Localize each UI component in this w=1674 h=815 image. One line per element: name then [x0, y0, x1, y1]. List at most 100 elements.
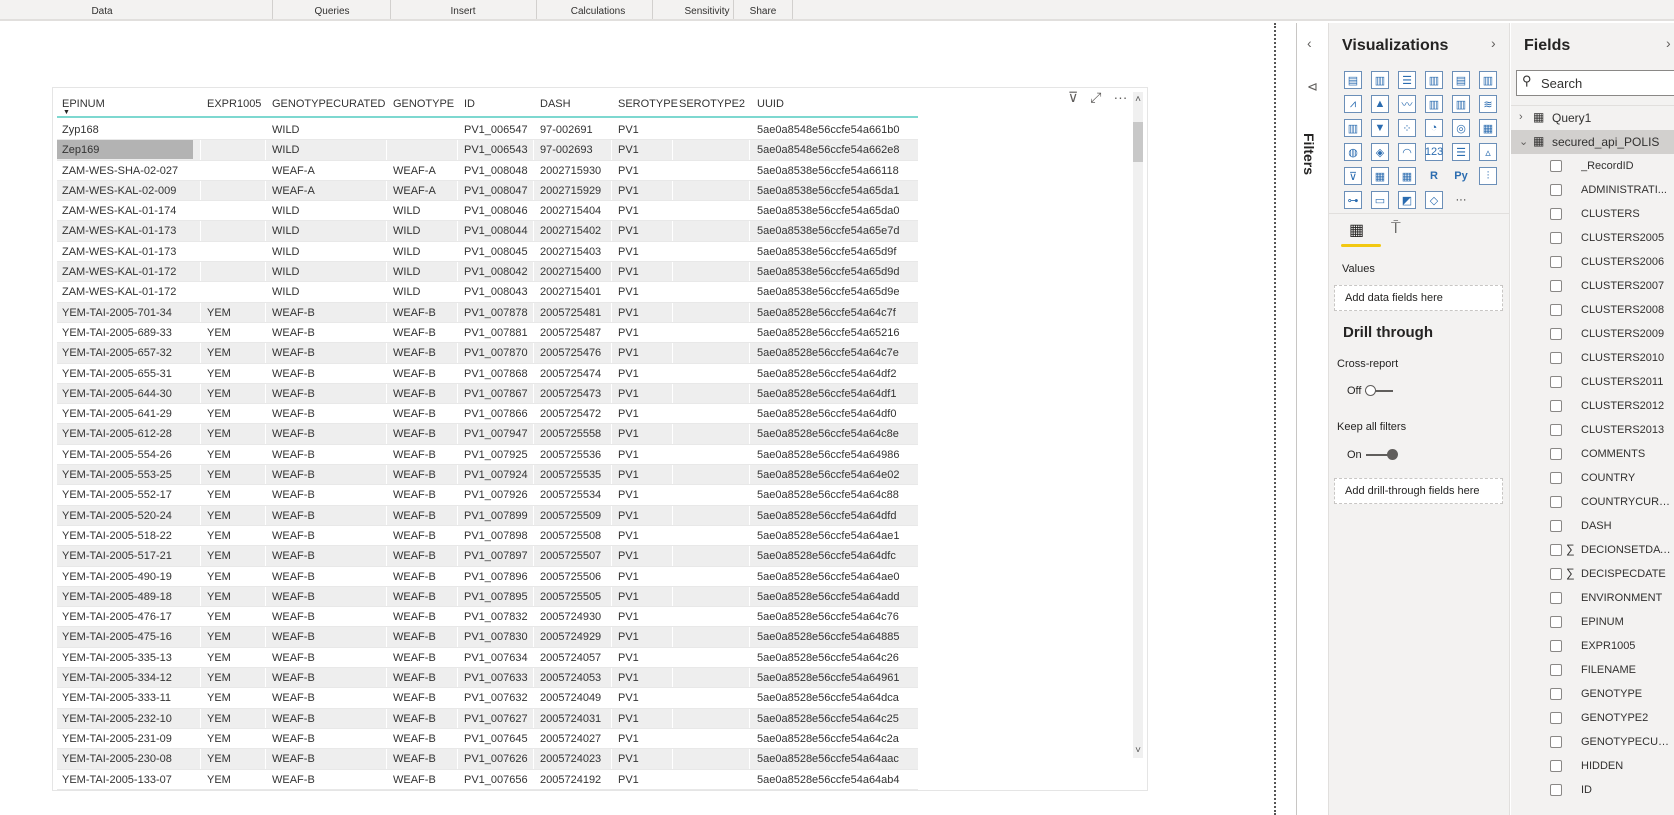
cell-id[interactable]: PV1_006543	[464, 144, 531, 156]
cell-id[interactable]: PV1_007870	[464, 347, 531, 359]
cell-genotype[interactable]: WEAF-B	[393, 469, 455, 481]
scrollbar-thumb[interactable]	[1133, 122, 1143, 162]
cell-genotypecurated[interactable]: WEAF-B	[272, 307, 384, 319]
field-checkbox[interactable]	[1550, 616, 1562, 628]
cell-dash[interactable]: 97-002693	[540, 144, 609, 156]
waterfall-icon[interactable]: ▥	[1344, 119, 1362, 137]
cell-serotype[interactable]: PV1	[618, 713, 670, 725]
line-stacked-column-icon[interactable]: ▥	[1425, 95, 1443, 113]
field-item[interactable]: CLUSTERS2012	[1511, 394, 1674, 418]
field-item[interactable]: EXPR1005	[1511, 634, 1674, 658]
cell-uuid[interactable]: 5ae0a8528e56ccfe54a64c26	[757, 652, 916, 664]
cell-dash[interactable]: 2005725505	[540, 591, 609, 603]
field-checkbox[interactable]	[1550, 472, 1562, 484]
cell-serotype[interactable]: PV1	[618, 530, 670, 542]
cell-dash[interactable]: 2002715929	[540, 185, 609, 197]
cell-epinum[interactable]: YEM-TAI-2005-476-17	[62, 611, 198, 623]
cell-uuid[interactable]: 5ae0a8548e56ccfe54a661b0	[757, 124, 916, 136]
format-paint-roller-icon[interactable]: ⍑	[1391, 220, 1401, 238]
cell-expr1005[interactable]: YEM	[207, 530, 263, 542]
field-checkbox[interactable]	[1550, 520, 1562, 532]
cell-expr1005[interactable]: YEM	[207, 408, 263, 420]
table-row[interactable]: YEM-TAI-2005-552-17 YEM WEAF-B WEAF-B PV1_00…	[57, 485, 919, 506]
cell-serotype[interactable]: PV1	[618, 307, 670, 319]
field-item[interactable]: CLUSTERS	[1511, 202, 1674, 226]
cell-epinum[interactable]: ZAM-WES-SHA-02-027	[62, 165, 198, 177]
python-icon[interactable]: Py	[1452, 167, 1470, 185]
cell-dash[interactable]: 2005724023	[540, 753, 609, 765]
cell-serotype[interactable]: PV1	[618, 144, 670, 156]
cell-uuid[interactable]: 5ae0a8528e56ccfe54a64add	[757, 591, 916, 603]
pie-icon[interactable]: ◔	[1425, 119, 1443, 137]
cell-genotypecurated[interactable]: WILD	[272, 225, 384, 237]
field-item[interactable]: CLUSTERS2006	[1511, 250, 1674, 274]
cell-genotype[interactable]: WEAF-B	[393, 733, 455, 745]
cell-genotypecurated[interactable]: WILD	[272, 124, 384, 136]
column-header-serotype2[interactable]: SEROTYPE2	[679, 98, 745, 110]
cell-genotype[interactable]: WEAF-B	[393, 530, 455, 542]
donut-icon[interactable]: ◎	[1452, 119, 1470, 137]
table-row[interactable]: YEM-TAI-2005-475-16 YEM WEAF-B WEAF-B PV1_00…	[57, 627, 919, 648]
matrix-icon[interactable]: ▦	[1398, 167, 1416, 185]
field-checkbox[interactable]	[1550, 664, 1562, 676]
cell-genotypecurated[interactable]: WEAF-B	[272, 591, 384, 603]
cell-genotypecurated[interactable]: WEAF-B	[272, 449, 384, 461]
cell-epinum[interactable]: YEM-TAI-2005-517-21	[62, 550, 198, 562]
cell-dash[interactable]: 2002715930	[540, 165, 609, 177]
column-header-id[interactable]: ID	[464, 98, 475, 110]
cross-report-toggle[interactable]: Off	[1347, 385, 1394, 397]
field-item[interactable]: GENOTYPE2	[1511, 706, 1674, 730]
cell-expr1005[interactable]: YEM	[207, 713, 263, 725]
cell-uuid[interactable]: 5ae0a8538e56ccfe54a65da1	[757, 185, 916, 197]
cell-dash[interactable]: 2005724027	[540, 733, 609, 745]
cell-genotypecurated[interactable]: WEAF-B	[272, 571, 384, 583]
column-header-uuid[interactable]: UUID	[757, 98, 784, 110]
cell-uuid[interactable]: 5ae0a8528e56ccfe54a64961	[757, 672, 916, 684]
table-row[interactable]: ZAM-WES-KAL-01-173 WILD WILD PV1_008044 2002…	[57, 221, 919, 242]
cell-expr1005[interactable]: YEM	[207, 368, 263, 380]
cell-uuid[interactable]: 5ae0a8528e56ccfe54a64dfc	[757, 550, 916, 562]
chevron-right-icon[interactable]: ›	[1491, 35, 1496, 51]
100-stacked-bar-icon[interactable]: ▤	[1452, 71, 1470, 89]
cell-serotype[interactable]: PV1	[618, 286, 670, 298]
cell-genotype[interactable]: WEAF-B	[393, 368, 455, 380]
scroll-down-icon[interactable]: ˅	[1133, 745, 1143, 756]
cell-genotype[interactable]: WILD	[393, 266, 455, 278]
cell-genotypecurated[interactable]: WILD	[272, 246, 384, 258]
cell-epinum[interactable]: YEM-TAI-2005-231-09	[62, 733, 198, 745]
cell-dash[interactable]: 2005724049	[540, 692, 609, 704]
cell-genotypecurated[interactable]: WEAF-B	[272, 489, 384, 501]
field-checkbox[interactable]	[1550, 448, 1562, 460]
chevron-right-icon[interactable]: ›	[1519, 111, 1523, 123]
cell-genotype[interactable]: WEAF-B	[393, 550, 455, 562]
line-clustered-column-icon[interactable]: ▥	[1452, 95, 1470, 113]
field-item[interactable]: CLUSTERS2010	[1511, 346, 1674, 370]
cell-epinum[interactable]: ZAM-WES-KAL-01-172	[62, 286, 198, 298]
multi-row-card-icon[interactable]: ☰	[1452, 143, 1470, 161]
cell-genotypecurated[interactable]: WEAF-B	[272, 713, 384, 725]
cell-uuid[interactable]: 5ae0a8528e56ccfe54a64ae0	[757, 571, 916, 583]
cell-serotype[interactable]: PV1	[618, 550, 670, 562]
cell-dash[interactable]: 2005724192	[540, 774, 609, 786]
cell-epinum[interactable]: YEM-TAI-2005-553-25	[62, 469, 198, 481]
cell-dash[interactable]: 2005725507	[540, 550, 609, 562]
cell-expr1005[interactable]: YEM	[207, 347, 263, 359]
cell-serotype[interactable]: PV1	[618, 571, 670, 583]
cell-expr1005[interactable]: YEM	[207, 388, 263, 400]
cell-id[interactable]: PV1_007895	[464, 591, 531, 603]
field-item[interactable]: GENOTYPECUR...	[1511, 730, 1674, 754]
field-item[interactable]: DASH	[1511, 514, 1674, 538]
field-checkbox[interactable]	[1550, 784, 1562, 796]
cell-genotypecurated[interactable]: WEAF-B	[272, 550, 384, 562]
cell-dash[interactable]: 2002715400	[540, 266, 609, 278]
cell-dash[interactable]: 2005725487	[540, 327, 609, 339]
table-row[interactable]: YEM-TAI-2005-232-10 YEM WEAF-B WEAF-B PV1_00…	[57, 708, 919, 729]
cell-uuid[interactable]: 5ae0a8528e56ccfe54a64c76	[757, 611, 916, 623]
cell-uuid[interactable]: 5ae0a8528e56ccfe54a64dfd	[757, 510, 916, 522]
field-item[interactable]: COUNTRY	[1511, 466, 1674, 490]
card-icon[interactable]: 123	[1425, 143, 1443, 161]
cell-id[interactable]: PV1_007924	[464, 469, 531, 481]
cell-uuid[interactable]: 5ae0a8528e56ccfe54a64df1	[757, 388, 916, 400]
filled-map-icon[interactable]: ◈	[1371, 143, 1389, 161]
cell-genotypecurated[interactable]: WEAF-A	[272, 185, 384, 197]
